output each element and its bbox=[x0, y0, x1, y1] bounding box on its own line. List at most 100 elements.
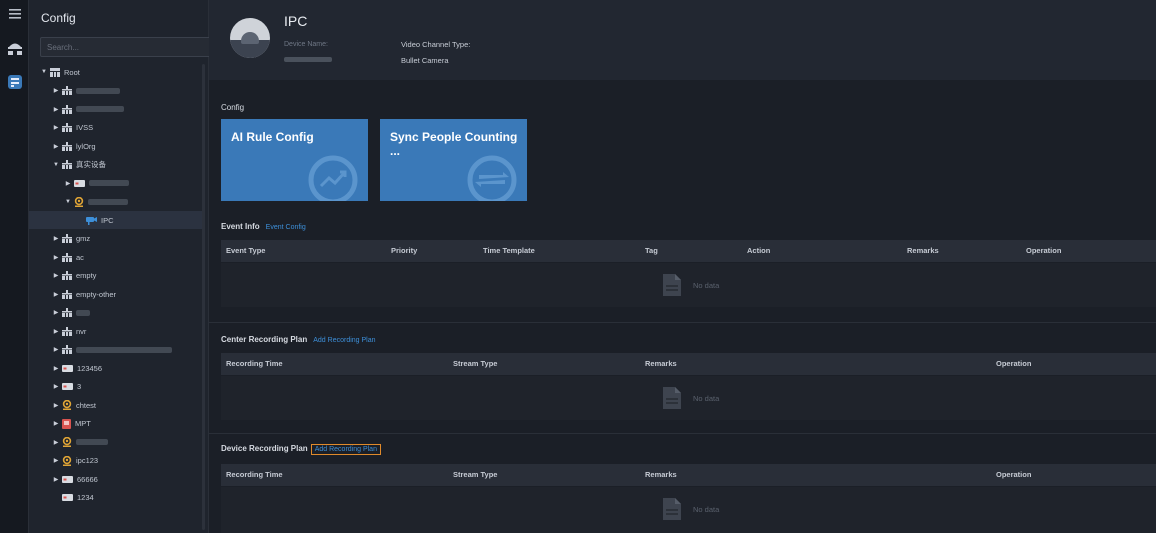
tree-node[interactable]: ▼ bbox=[64, 193, 128, 211]
panel-title: Config bbox=[41, 11, 76, 25]
column-header: Remarks bbox=[645, 359, 677, 368]
device-tree-icon[interactable] bbox=[0, 36, 29, 60]
tree-node[interactable]: ▼ Root bbox=[40, 63, 80, 81]
tree-node-label: Root bbox=[64, 67, 80, 77]
tree-node-label-redacted bbox=[76, 439, 108, 445]
caret-right-icon[interactable]: ▶ bbox=[52, 87, 60, 94]
tree-node-label-redacted bbox=[76, 346, 172, 353]
tree-node[interactable]: ▶ IVSS bbox=[52, 119, 93, 137]
column-header: Priority bbox=[391, 246, 418, 255]
device-header: IPC Device Name: Video Channel Type: Bul… bbox=[209, 0, 1156, 80]
caret-down-icon[interactable]: ▼ bbox=[52, 162, 60, 168]
tree-node[interactable]: IPC bbox=[29, 211, 202, 229]
no-data-text: No data bbox=[693, 393, 720, 403]
caret-right-icon[interactable]: ▶ bbox=[52, 365, 60, 372]
empty-state: No data bbox=[661, 273, 719, 297]
tree-node[interactable]: ▶ 3 bbox=[52, 378, 81, 396]
tree-node[interactable]: ▶ MPT bbox=[52, 415, 91, 433]
search-input[interactable] bbox=[41, 38, 213, 56]
caret-right-icon[interactable]: ▶ bbox=[52, 476, 60, 483]
caret-right-icon[interactable]: ▶ bbox=[52, 309, 60, 316]
org-icon bbox=[62, 86, 72, 95]
tree-node[interactable]: ▶ chtest bbox=[52, 396, 96, 414]
caret-right-icon[interactable]: ▶ bbox=[52, 254, 60, 261]
caret-right-icon[interactable]: ▶ bbox=[52, 106, 60, 113]
card-title: AI Rule Config bbox=[231, 130, 314, 144]
menu-icon[interactable] bbox=[0, 2, 29, 26]
add-device-recording-plan-link[interactable]: Add Recording Plan bbox=[310, 444, 381, 455]
tree-node[interactable]: ▶ lylOrg bbox=[52, 137, 96, 155]
event-info-title: Event Info bbox=[221, 222, 260, 231]
column-header: Remarks bbox=[645, 470, 677, 479]
add-center-recording-plan-link[interactable]: Add Recording Plan bbox=[313, 337, 375, 344]
tree-node[interactable]: ▶ bbox=[52, 100, 124, 118]
caret-right-icon[interactable]: ▶ bbox=[52, 235, 60, 242]
tree-node[interactable]: ▶ empty bbox=[52, 267, 96, 285]
tree-node-label: ac bbox=[76, 252, 84, 262]
tree-node[interactable]: ▼ 真实设备 bbox=[52, 156, 106, 174]
caret-right-icon[interactable]: ▶ bbox=[52, 143, 60, 150]
caret-right-icon[interactable]: ▶ bbox=[52, 439, 60, 446]
tree-node[interactable]: ▶ gmz bbox=[52, 230, 90, 248]
tree-node[interactable]: ▶ ac bbox=[52, 248, 84, 266]
column-header: Operation bbox=[1026, 246, 1062, 255]
tree-node-label-redacted bbox=[76, 87, 120, 94]
tree-node[interactable]: ▶ bbox=[52, 82, 120, 100]
tree-node[interactable]: ▶ bbox=[52, 433, 108, 451]
tree-node[interactable]: ▶ nvr bbox=[52, 322, 86, 340]
caret-right-icon[interactable]: ▶ bbox=[52, 457, 60, 464]
device-avatar-icon bbox=[230, 18, 270, 58]
chart-trend-icon bbox=[308, 155, 358, 201]
tree-node[interactable]: ▶ bbox=[64, 174, 129, 192]
search-box bbox=[40, 37, 235, 57]
device-name-value-redacted bbox=[284, 57, 332, 62]
camera-device-icon bbox=[62, 400, 72, 410]
org-icon bbox=[62, 141, 72, 151]
tree-node[interactable]: ▶ empty-other bbox=[52, 285, 116, 303]
column-header: Stream Type bbox=[453, 470, 498, 479]
nvr-icon bbox=[62, 364, 73, 372]
org-icon bbox=[62, 345, 72, 354]
caret-right-icon[interactable]: ▶ bbox=[52, 272, 60, 279]
no-data-icon bbox=[663, 387, 681, 409]
caret-right-icon[interactable]: ▶ bbox=[52, 402, 60, 409]
tree-node[interactable]: 1234 bbox=[52, 489, 94, 507]
caret-right-icon[interactable]: ▶ bbox=[52, 291, 60, 298]
nvr-icon bbox=[62, 494, 73, 501]
tree-node-label-redacted bbox=[76, 106, 124, 112]
tree-node-label: 真实设备 bbox=[76, 160, 106, 169]
column-header: Operation bbox=[996, 470, 1032, 479]
tree-node-label: 1234 bbox=[77, 493, 94, 502]
org-icon bbox=[62, 252, 72, 262]
column-header: Time Template bbox=[483, 246, 535, 255]
config-icon[interactable] bbox=[0, 70, 29, 94]
caret-right-icon[interactable]: ▶ bbox=[52, 383, 60, 390]
caret-right-icon[interactable]: ▶ bbox=[52, 124, 60, 131]
sync-people-counting-card[interactable]: Sync People Counting ... bbox=[380, 119, 527, 201]
caret-down-icon[interactable]: ▼ bbox=[40, 69, 48, 75]
event-config-link[interactable]: Event Config bbox=[266, 224, 306, 231]
event-table-header: Event Type Priority Time Template Tag Ac… bbox=[221, 240, 1156, 262]
tree-node[interactable]: ▶ bbox=[52, 304, 90, 322]
tree-node[interactable]: ▶ 123456 bbox=[52, 359, 102, 377]
video-channel-type-label: Video Channel Type: bbox=[401, 40, 471, 49]
tree-node[interactable]: ▶ ipc123 bbox=[52, 452, 98, 470]
section-divider bbox=[209, 322, 1156, 323]
empty-state: No data bbox=[661, 497, 719, 521]
left-rail bbox=[0, 0, 29, 533]
tree-node-label: gmz bbox=[76, 234, 91, 243]
org-icon bbox=[62, 326, 72, 336]
tree-scrollbar[interactable] bbox=[202, 64, 205, 530]
tree-node[interactable]: ▶ 66666 bbox=[52, 470, 98, 488]
tree-node[interactable]: ▶ bbox=[52, 341, 172, 359]
caret-right-icon[interactable]: ▶ bbox=[52, 328, 60, 335]
caret-down-icon[interactable]: ▼ bbox=[64, 199, 72, 205]
ai-rule-config-card[interactable]: AI Rule Config bbox=[221, 119, 368, 201]
tree-node-label: chtest bbox=[76, 400, 97, 410]
mpt-icon bbox=[62, 418, 71, 429]
caret-right-icon[interactable]: ▶ bbox=[52, 346, 60, 353]
caret-right-icon[interactable]: ▶ bbox=[52, 420, 60, 427]
tree-node-label: lylOrg bbox=[76, 141, 96, 151]
nvr-icon bbox=[62, 475, 73, 483]
caret-right-icon[interactable]: ▶ bbox=[64, 180, 72, 187]
